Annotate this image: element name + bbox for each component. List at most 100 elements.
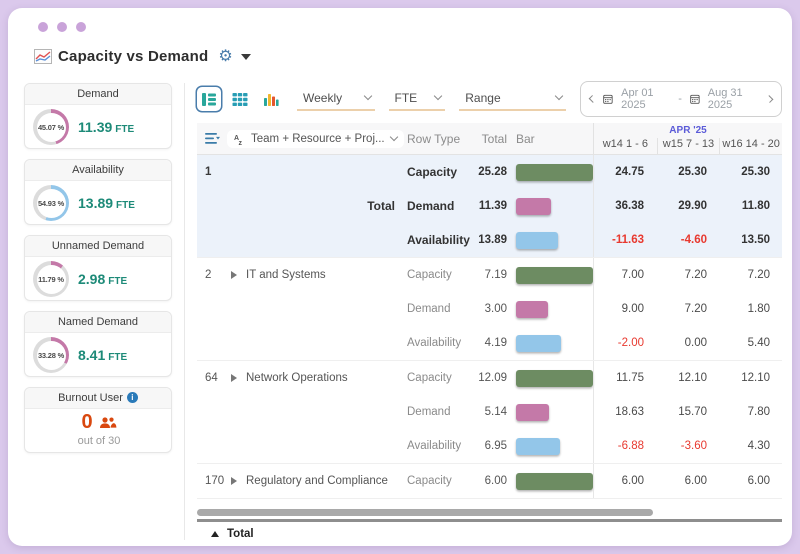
data-row: Capacity 12.09 11.75 12.10 12.10: [407, 361, 782, 395]
week-value: 24.75: [593, 155, 656, 189]
bar-cell: [507, 231, 593, 249]
range-dropdown-value: Range: [465, 90, 501, 105]
row-type-label: Demand: [407, 303, 451, 315]
week-value: 29.90: [678, 200, 707, 212]
data-row: Demand 11.39 36.38 29.90 11.80: [407, 189, 782, 223]
sort-az-icon: A z: [234, 135, 243, 145]
burnout-caption: out of 30: [77, 435, 121, 447]
date-range-separator: -: [678, 93, 682, 105]
page-title: Capacity vs Demand: [58, 48, 209, 65]
unnamed-demand-donut-chart: 11.79 %: [33, 261, 69, 297]
window-dot-icon: [76, 22, 86, 32]
demand-bar: [516, 197, 551, 215]
metric-number: 2.98: [78, 271, 106, 287]
grid-toolbar: Weekly FTE Range Apr 01 2025 - Aug 31 20…: [197, 81, 782, 117]
metric-value: 8.41 FTE: [78, 347, 127, 363]
named-demand-donut-chart: 33.28 %: [33, 337, 69, 373]
metric-value: 11.39 FTE: [78, 119, 134, 135]
bar-chart-view-button[interactable]: [259, 87, 283, 111]
group-rows: Capacity 25.28 24.75 25.30 25.30 Demand 11.39 3…: [407, 155, 782, 257]
grid-view-button[interactable]: [228, 87, 252, 111]
row-type-label: Availability: [407, 337, 462, 349]
settings-gear-icon[interactable]: ⚙: [218, 48, 232, 65]
metric-unit: FTE: [108, 352, 128, 363]
week-value: -4.60: [680, 234, 707, 246]
burnout-title: Burnout User: [58, 392, 123, 404]
metric-card-burnout: Burnout User i 0 out of 30: [24, 387, 172, 453]
week-value: 11.80: [741, 200, 770, 212]
group-label-cell: 1 Total: [197, 155, 407, 257]
next-period-button[interactable]: [765, 95, 774, 103]
expand-caret-icon[interactable]: [231, 477, 237, 485]
calendar-icon: [603, 94, 613, 104]
group-row-count: 170: [205, 475, 225, 487]
window-dot-icon: [38, 22, 48, 32]
availability-donut-chart: 54.93 %: [33, 185, 69, 221]
data-row: Availability 4.19 -2.00 0.00 5.40: [407, 326, 782, 360]
line-chart-icon: [34, 49, 52, 64]
grouping-dropdown[interactable]: A z Team + Resource + Proj...: [227, 129, 404, 148]
unit-dropdown-value: FTE: [394, 90, 418, 105]
metric-unit: FTE: [108, 276, 128, 287]
metric-card-body: 11.79 % 2.98 FTE: [25, 257, 171, 303]
row-type-label: Availability: [407, 440, 462, 452]
range-dropdown[interactable]: Range: [459, 88, 567, 111]
week-value: 18.63: [593, 395, 656, 429]
month-label: APR '25: [669, 125, 707, 136]
sort-menu-icon[interactable]: [205, 132, 220, 145]
combo-view-button[interactable]: [197, 87, 221, 111]
start-date-value[interactable]: Apr 01 2025: [621, 87, 670, 111]
week-value: -11.63: [593, 223, 656, 257]
capacity-bar: [516, 163, 593, 181]
row-total-value: 11.39: [478, 200, 507, 212]
row-type-label: Availability: [407, 233, 470, 247]
group-name[interactable]: IT and Systems: [246, 269, 326, 281]
group-name[interactable]: Total: [367, 199, 395, 213]
grid-header-left: A z Team + Resource + Proj...: [197, 123, 407, 154]
group-row-count: 2: [205, 269, 212, 281]
availability-bar: [516, 334, 561, 352]
info-icon[interactable]: i: [126, 392, 138, 403]
group-label-cell: 2 IT and Systems: [197, 258, 407, 360]
collapse-caret-icon[interactable]: [211, 531, 219, 537]
horizontal-scrollbar-track[interactable]: [197, 509, 782, 516]
expand-caret-icon[interactable]: [231, 271, 237, 279]
row-total-value: 7.19: [484, 269, 507, 281]
data-row: Demand 3.00 9.00 7.20 1.80: [407, 292, 782, 326]
unit-dropdown[interactable]: FTE: [388, 88, 446, 111]
row-total-value: 6.95: [484, 440, 507, 452]
combo-view-icon: [202, 92, 216, 106]
granularity-dropdown[interactable]: Weekly: [297, 88, 375, 111]
metric-number: 8.41: [78, 347, 106, 363]
week-value: 6.00: [684, 475, 707, 487]
end-date-value[interactable]: Aug 31 2025: [708, 87, 759, 111]
bar-cell: [507, 197, 593, 215]
week-value: 7.80: [747, 406, 770, 418]
data-row: Capacity 7.19 7.00 7.20 7.20: [407, 258, 782, 292]
demand-bar: [516, 300, 549, 318]
metric-value: 2.98 FTE: [78, 271, 127, 287]
chevron-down-icon[interactable]: [240, 54, 251, 65]
donut-percent-label: 33.28 %: [36, 340, 66, 370]
week-value: 1.80: [747, 303, 770, 315]
week-value: 25.30: [678, 166, 707, 178]
row-total-value: 3.00: [484, 303, 507, 315]
group-name[interactable]: Regulatory and Compliance: [246, 475, 388, 487]
previous-period-button[interactable]: [588, 95, 597, 103]
chevron-down-icon: [363, 91, 372, 101]
team-group: 2 IT and Systems Capacity 7.19 7.00 7.20 7.20 D…: [197, 258, 782, 361]
column-header-week: w14 1 - 6: [602, 138, 648, 150]
demand-bar: [516, 403, 549, 421]
horizontal-scrollbar-thumb[interactable]: [197, 509, 654, 516]
grid-header-row: A z Team + Resource + Proj... Row Type T…: [197, 123, 782, 155]
expand-caret-icon[interactable]: [231, 374, 237, 382]
view-switcher: [197, 87, 283, 111]
availability-bar: [516, 437, 561, 455]
date-range-picker: Apr 01 2025 - Aug 31 2025: [580, 81, 782, 117]
row-type-label: Capacity: [407, 475, 452, 487]
bar-cell: [507, 437, 593, 455]
week-value: 7.00: [593, 258, 656, 292]
group-name[interactable]: Network Operations: [246, 372, 348, 384]
week-value: 7.20: [684, 303, 707, 315]
metric-value: 13.89 FTE: [78, 195, 135, 211]
